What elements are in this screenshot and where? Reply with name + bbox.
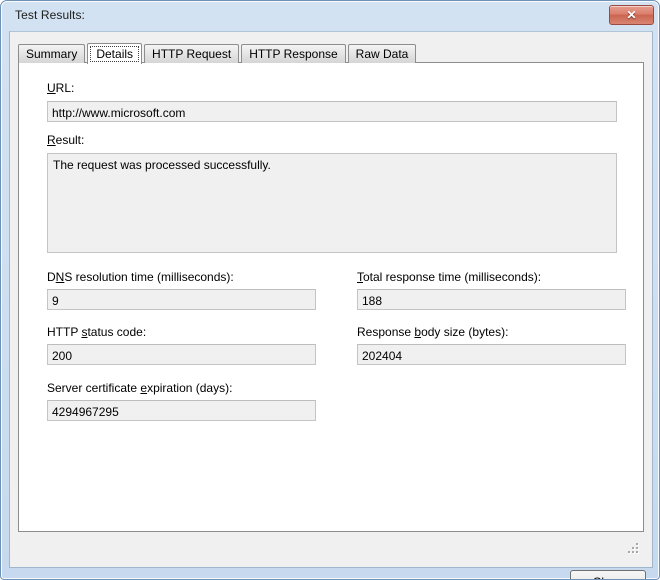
close-window-button[interactable]: ✕ (609, 5, 654, 25)
tab-summary[interactable]: Summary (18, 44, 86, 63)
result-textarea[interactable]: The request was processed successfully. (47, 153, 617, 253)
total-response-time-label: Total response time (milliseconds): (357, 270, 542, 284)
tab-raw-data-label: Raw Data (355, 47, 409, 61)
resize-grip-icon[interactable] (628, 543, 640, 555)
close-button[interactable]: Close (570, 570, 646, 579)
dns-resolution-time-input[interactable]: 9 (47, 289, 316, 310)
url-label: URL: (47, 81, 75, 95)
server-certificate-expiration-label: Server certificate expiration (days): (47, 381, 233, 395)
tab-details-label: Details (96, 47, 134, 61)
http-status-code-input[interactable]: 200 (47, 344, 316, 365)
tab-summary-label: Summary (26, 47, 78, 61)
close-x-icon: ✕ (626, 8, 637, 22)
window-title: Test Results: (15, 8, 85, 22)
response-body-size-label: Response body size (bytes): (357, 325, 509, 339)
tab-strip: Summary Details HTTP Request HTTP Respon… (18, 42, 418, 64)
result-label: Result: (47, 133, 85, 147)
title-bar[interactable]: Test Results: ✕ (1, 1, 659, 31)
tab-http-request[interactable]: HTTP Request (144, 44, 240, 63)
dns-resolution-time-label: DNS resolution time (milliseconds): (47, 270, 234, 284)
http-status-code-label: HTTP status code: (47, 325, 147, 339)
tab-http-response-label: HTTP Response (249, 47, 338, 61)
test-results-dialog: Test Results: ✕ Summary Details HTTP Req… (0, 0, 660, 580)
tab-details[interactable]: Details (87, 43, 143, 64)
url-input[interactable]: http://www.microsoft.com (47, 101, 617, 122)
details-tab-panel: URL: http://www.microsoft.com Result: Th… (18, 62, 644, 532)
total-response-time-input[interactable]: 188 (357, 289, 626, 310)
tab-http-response[interactable]: HTTP Response (241, 44, 346, 63)
server-certificate-expiration-input[interactable]: 4294967295 (47, 400, 316, 421)
results-tab-control: Summary Details HTTP Request HTTP Respon… (18, 42, 644, 532)
response-body-size-input[interactable]: 202404 (357, 344, 626, 365)
tab-http-request-label: HTTP Request (152, 47, 232, 61)
tab-raw-data[interactable]: Raw Data (347, 44, 417, 63)
dialog-client-area: Summary Details HTTP Request HTTP Respon… (9, 31, 653, 579)
